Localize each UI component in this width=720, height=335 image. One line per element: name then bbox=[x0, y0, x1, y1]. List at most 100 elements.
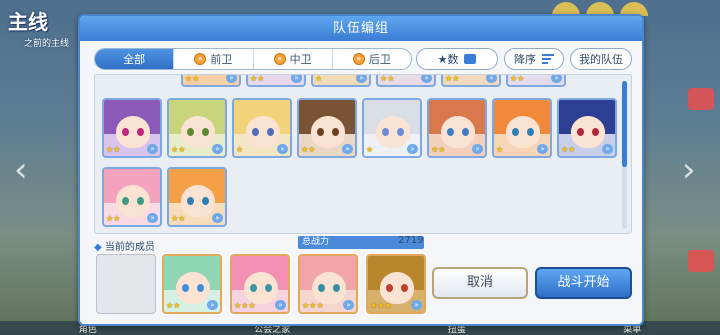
cancel-button[interactable]: 取消 bbox=[432, 267, 528, 299]
star-rating: ★★ bbox=[166, 301, 181, 310]
character-eye bbox=[592, 128, 599, 136]
character-card[interactable]: ★★ » bbox=[297, 98, 357, 158]
star-rating: ★ bbox=[496, 145, 504, 154]
position-chevron-icon: » bbox=[551, 75, 562, 83]
character-card[interactable]: ★» bbox=[311, 75, 371, 87]
character-card[interactable]: ★★ » bbox=[376, 74, 436, 87]
character-eye bbox=[318, 284, 325, 292]
side-badge-icon bbox=[688, 88, 714, 110]
sort-order-button[interactable]: 降序 bbox=[504, 48, 564, 70]
scrollbar-thumb[interactable] bbox=[622, 81, 627, 167]
tab-label: 后卫 bbox=[368, 53, 391, 66]
character-eye bbox=[577, 128, 584, 136]
position-chevron-icon: » bbox=[343, 300, 354, 310]
star-rating: ★★ bbox=[171, 145, 186, 154]
character-eye bbox=[122, 128, 129, 136]
team-member-card[interactable]: ★★★ » bbox=[298, 254, 358, 314]
side-badge-icon bbox=[688, 250, 714, 272]
character-eye bbox=[182, 284, 189, 292]
position-chevron-icon: » bbox=[212, 213, 223, 223]
sort-order-label: 降序 bbox=[514, 53, 536, 66]
team-member-card[interactable]: ★★ » bbox=[162, 254, 222, 314]
members-label-text: 当前的成员 bbox=[104, 242, 155, 253]
character-eye bbox=[250, 284, 257, 292]
character-eye bbox=[447, 128, 454, 136]
position-chevron-icon: » bbox=[147, 213, 158, 223]
star-rating: ★★ bbox=[106, 214, 121, 223]
total-power-value: 2719 bbox=[398, 235, 424, 246]
star-rating: ★★ bbox=[561, 145, 576, 154]
position-chevron-icon: » bbox=[421, 75, 432, 83]
character-card[interactable]: ★★ » bbox=[506, 74, 566, 87]
roster-scrollbar[interactable] bbox=[622, 81, 627, 229]
star-rating: ★★ bbox=[171, 214, 186, 223]
star-rating: ★★ bbox=[431, 145, 446, 154]
my-team-button[interactable]: 我的队伍 bbox=[570, 48, 632, 70]
star-rating: ★★★ bbox=[370, 301, 392, 310]
team-member-card[interactable]: ★★★ » bbox=[230, 254, 290, 314]
character-card[interactable]: ★★ » bbox=[102, 98, 162, 158]
character-card[interactable]: ★» bbox=[232, 98, 292, 158]
my-team-label: 我的队伍 bbox=[579, 53, 623, 66]
star-rating: ★★ bbox=[250, 74, 265, 83]
character-eye bbox=[386, 284, 393, 292]
position-middle-icon: » bbox=[273, 53, 286, 65]
position-chevron-icon: » bbox=[275, 300, 286, 310]
character-eye bbox=[137, 128, 144, 136]
star-rating: ★ bbox=[366, 145, 374, 154]
background-subtitle: 之前的主线 bbox=[24, 39, 70, 49]
character-eye bbox=[397, 128, 404, 136]
character-card[interactable]: ★★ » bbox=[167, 98, 227, 158]
position-chevron-icon: » bbox=[537, 144, 548, 154]
position-chevron-icon: » bbox=[291, 75, 302, 83]
position-chevron-icon: » bbox=[212, 144, 223, 154]
position-chevron-icon: » bbox=[411, 300, 422, 310]
team-member-card[interactable]: ★★★ » bbox=[366, 254, 426, 314]
character-eye bbox=[527, 128, 534, 136]
tab-back[interactable]: » 后卫 bbox=[333, 49, 411, 69]
character-card[interactable]: ★★ » bbox=[557, 98, 617, 158]
character-eye bbox=[317, 128, 324, 136]
character-eye bbox=[122, 197, 129, 205]
star-rating: ★★ bbox=[510, 74, 525, 83]
tab-front[interactable]: » 前卫 bbox=[174, 49, 254, 69]
character-eye bbox=[202, 197, 209, 205]
star-rating: ★ bbox=[236, 145, 244, 154]
position-chevron-icon: » bbox=[602, 144, 613, 154]
character-card[interactable]: ★★ » bbox=[181, 75, 241, 87]
character-eye bbox=[252, 128, 259, 136]
empty-member-slot[interactable] bbox=[96, 254, 156, 314]
position-chevron-icon: » bbox=[226, 75, 237, 83]
tab-label: 全部 bbox=[123, 53, 146, 66]
star-rating: ★★★ bbox=[234, 301, 256, 310]
team-formation-dialog: 队伍编组 全部 » 前卫 » 中卫 » 后卫 ★数 降序 我的队伍 ★★» ★★»… bbox=[78, 14, 644, 326]
position-chevron-icon: » bbox=[207, 300, 218, 310]
position-chevron-icon: » bbox=[472, 144, 483, 154]
star-rating: ★★ bbox=[380, 74, 395, 83]
left-arrow-icon: ‹ bbox=[14, 150, 28, 190]
start-battle-button[interactable]: 战斗开始 bbox=[535, 267, 632, 299]
character-eye bbox=[187, 128, 194, 136]
character-eye bbox=[202, 128, 209, 136]
tab-label: 前卫 bbox=[210, 53, 233, 66]
character-card[interactable]: ★★ » bbox=[441, 75, 501, 87]
sort-key-button[interactable]: ★数 bbox=[416, 48, 498, 70]
current-members-label: ◆ 当前的成员 bbox=[94, 242, 155, 253]
tab-all[interactable]: 全部 bbox=[95, 49, 175, 69]
tab-middle[interactable]: » 中卫 bbox=[254, 49, 333, 69]
character-card[interactable]: ★★ » bbox=[102, 167, 162, 227]
character-card[interactable]: ★★ » bbox=[167, 167, 227, 227]
character-card[interactable]: ★» bbox=[362, 98, 422, 158]
position-chevron-icon: » bbox=[486, 75, 497, 83]
character-card[interactable]: ★» bbox=[492, 98, 552, 158]
sort-lines-icon bbox=[542, 54, 554, 64]
background-title: 主线 bbox=[8, 10, 48, 34]
character-card[interactable]: ★★ » bbox=[246, 74, 306, 87]
character-eye bbox=[332, 128, 339, 136]
position-chevron-icon: » bbox=[407, 144, 418, 154]
character-eye bbox=[401, 284, 408, 292]
sort-key-label: ★数 bbox=[437, 53, 459, 66]
star-rating: ★★ bbox=[106, 145, 121, 154]
star-rating: ★★ bbox=[301, 145, 316, 154]
character-card[interactable]: ★★ » bbox=[427, 98, 487, 158]
